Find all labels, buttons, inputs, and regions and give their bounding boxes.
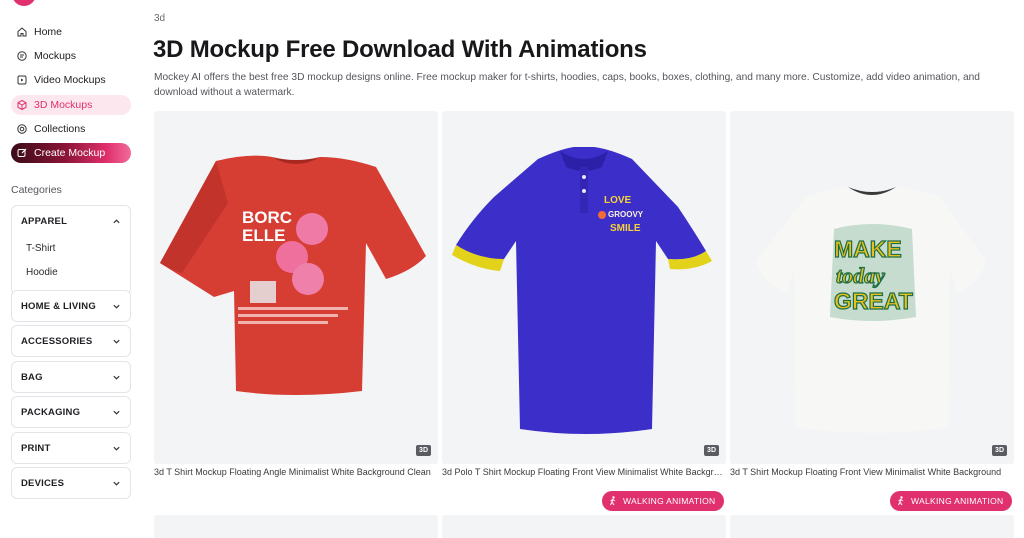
3d-badge: 3D bbox=[992, 445, 1007, 456]
sidebar: Home Mockups Video Mockups 3D Mockups Co… bbox=[0, 0, 140, 538]
category-label: ACCESSORIES bbox=[21, 335, 93, 347]
card-caption[interactable]: 3d T Shirt Mockup Floating Front View Mi… bbox=[730, 467, 1014, 477]
category-print[interactable]: PRINT bbox=[11, 432, 131, 464]
chevron-up-icon bbox=[113, 218, 120, 223]
nav-item-mockups[interactable]: Mockups bbox=[11, 46, 131, 66]
category-label: PRINT bbox=[21, 442, 51, 454]
walking-animation-label: WALKING ANIMATION bbox=[911, 496, 1004, 506]
3d-badge: 3D bbox=[704, 445, 719, 456]
nav-item-label: Mockups bbox=[34, 50, 77, 63]
breadcrumb[interactable]: 3d bbox=[154, 13, 165, 24]
mockup-card[interactable] bbox=[442, 515, 726, 538]
nav-item-video-mockups[interactable]: Video Mockups bbox=[11, 70, 131, 90]
category-item-t-shirt[interactable]: T-Shirt bbox=[12, 236, 130, 261]
chevron-down-icon bbox=[113, 410, 120, 415]
category-devices[interactable]: DEVICES bbox=[11, 467, 131, 499]
walking-animation-label: WALKING ANIMATION bbox=[623, 496, 716, 506]
chevron-down-icon bbox=[113, 446, 120, 451]
nav-item-label: Collections bbox=[34, 122, 86, 135]
svg-text:ELLE: ELLE bbox=[242, 226, 285, 245]
chevron-down-icon bbox=[113, 375, 120, 380]
mockup-icon bbox=[16, 50, 28, 62]
video-icon bbox=[16, 74, 28, 86]
collections-icon bbox=[16, 123, 28, 135]
svg-text:today: today bbox=[836, 263, 885, 288]
svg-text:BORC: BORC bbox=[242, 208, 292, 227]
cube-icon bbox=[16, 99, 28, 111]
category-label: DEVICES bbox=[21, 477, 65, 489]
walking-animation-badge[interactable]: WALKING ANIMATION bbox=[602, 491, 725, 511]
svg-text:MAKE: MAKE bbox=[834, 236, 902, 262]
red-tshirt-image: BORC ELLE bbox=[160, 155, 426, 395]
page-description: Mockey AI offers the best free 3D mockup… bbox=[154, 72, 980, 98]
mockup-card[interactable]: LOVE GROOVY SMILE 3D bbox=[442, 111, 726, 464]
create-mockup-button[interactable]: Create Mockup bbox=[11, 142, 131, 163]
category-packaging[interactable]: PACKAGING bbox=[11, 396, 131, 428]
categories-heading: Categories bbox=[11, 184, 62, 196]
walking-person-icon bbox=[896, 496, 906, 506]
logo[interactable] bbox=[12, 0, 36, 6]
chevron-down-icon bbox=[113, 304, 120, 309]
edit-icon bbox=[16, 147, 28, 159]
blue-polo-image: LOVE GROOVY SMILE bbox=[452, 147, 712, 434]
category-item-hoodie[interactable]: Hoodie bbox=[12, 261, 130, 286]
category-home-living[interactable]: HOME & LIVING bbox=[11, 290, 131, 322]
page-title: 3D Mockup Free Download With Animations bbox=[153, 36, 647, 63]
category-header[interactable]: DEVICES bbox=[12, 468, 130, 498]
category-label: APPAREL bbox=[21, 215, 68, 227]
category-header[interactable]: BAG bbox=[12, 362, 130, 392]
category-bag[interactable]: BAG bbox=[11, 361, 131, 393]
mockup-card[interactable]: BORC ELLE 3D bbox=[154, 111, 438, 464]
home-icon bbox=[16, 26, 28, 38]
nav-item-3d-mockups[interactable]: 3D Mockups bbox=[11, 94, 131, 115]
nav-item-label: Home bbox=[34, 26, 63, 38]
nav-item-home[interactable]: Home bbox=[11, 22, 131, 42]
nav-item-label: Video Mockups bbox=[34, 74, 106, 87]
category-header[interactable]: ACCESSORIES bbox=[12, 326, 130, 356]
category-header[interactable]: HOME & LIVING bbox=[12, 291, 130, 321]
svg-text:GREAT: GREAT bbox=[834, 288, 913, 314]
walking-animation-badge[interactable]: WALKING ANIMATION bbox=[890, 491, 1013, 511]
mockup-card[interactable] bbox=[730, 515, 1014, 538]
3d-badge: 3D bbox=[416, 445, 431, 456]
svg-text:LOVE: LOVE bbox=[604, 195, 632, 206]
category-header[interactable]: PRINT bbox=[12, 433, 130, 463]
category-header[interactable]: PACKAGING bbox=[12, 397, 130, 427]
category-apparel: APPAREL T-Shirt Hoodie bbox=[11, 205, 131, 295]
category-header-apparel[interactable]: APPAREL bbox=[12, 206, 130, 236]
create-mockup-label: Create Mockup bbox=[34, 146, 106, 159]
chevron-down-icon bbox=[113, 339, 120, 344]
svg-text:SMILE: SMILE bbox=[610, 223, 641, 234]
category-accessories[interactable]: ACCESSORIES bbox=[11, 325, 131, 357]
sidebar-nav: Home Mockups Video Mockups 3D Mockups Co… bbox=[11, 22, 131, 163]
category-label: PACKAGING bbox=[21, 406, 81, 418]
chevron-down-icon bbox=[113, 481, 120, 486]
card-caption[interactable]: 3d Polo T Shirt Mockup Floating Front Vi… bbox=[442, 467, 726, 477]
white-tshirt-image: MAKE today GREAT bbox=[756, 187, 986, 433]
mockup-card[interactable]: MAKE today GREAT 3D bbox=[730, 111, 1014, 464]
svg-text:GROOVY: GROOVY bbox=[608, 210, 644, 219]
category-label: HOME & LIVING bbox=[21, 300, 96, 312]
mockup-card[interactable] bbox=[154, 515, 438, 538]
walking-person-icon bbox=[608, 496, 618, 506]
nav-item-label: 3D Mockups bbox=[34, 98, 93, 111]
card-caption[interactable]: 3d T Shirt Mockup Floating Angle Minimal… bbox=[154, 467, 438, 477]
category-label: BAG bbox=[21, 371, 43, 383]
nav-item-collections[interactable]: Collections bbox=[11, 119, 131, 139]
